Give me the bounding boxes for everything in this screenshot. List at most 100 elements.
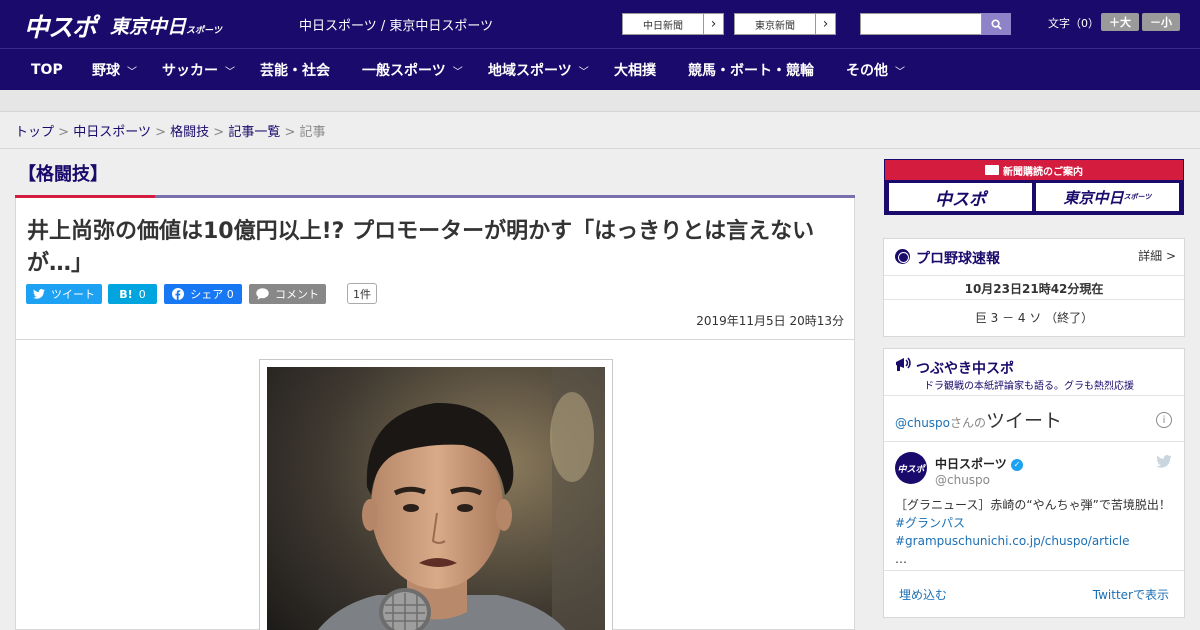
breadcrumb-separator: > bbox=[284, 125, 296, 140]
twitter-bird-icon bbox=[33, 289, 45, 299]
facebook-label: シェア 0 bbox=[190, 288, 234, 301]
twitter-timeline-header: @chuspoさんのツイート bbox=[895, 406, 1062, 433]
baseball-icon bbox=[895, 249, 910, 264]
nav-soccer[interactable]: サッカー ﹀ bbox=[162, 49, 235, 91]
avatar[interactable]: 中スポ bbox=[895, 452, 927, 484]
tsubuyaki-widget: つぶやき中スポ ドラ観戦の本紙評論家も語る。グラも熱烈応援 @chuspoさんの… bbox=[883, 348, 1185, 618]
nav-label: 地域スポーツ bbox=[488, 63, 572, 79]
tweet-text: ［グラニュース］赤崎の“やんちゃ弾”で苦境脱出！ bbox=[895, 498, 1171, 512]
facebook-share-button[interactable]: シェア 0 bbox=[164, 284, 242, 304]
divider bbox=[884, 441, 1184, 442]
article-header: 井上尚弥の価値は10億円以上!? プロモーターが明かす「はっきりとは言えないが…… bbox=[15, 198, 855, 340]
tsubuyaki-subtitle: ドラ観戦の本紙評論家も語る。グラも熱烈応援 bbox=[924, 381, 1134, 392]
subscription-banner[interactable]: 新聞購読のご案内 中スポ 東京中日 スポーツ bbox=[884, 159, 1184, 215]
tweet-account-handle[interactable]: @chuspo bbox=[935, 473, 990, 487]
divider bbox=[884, 395, 1184, 396]
hatena-bookmark-button[interactable]: B! 0 bbox=[108, 284, 157, 304]
comment-label: コメント bbox=[275, 288, 319, 301]
megaphone-icon bbox=[896, 357, 911, 371]
chevron-down-icon: ﹀ bbox=[452, 66, 463, 78]
chevron-down-icon: ﹀ bbox=[578, 66, 589, 78]
hatena-icon: B! bbox=[119, 287, 133, 301]
nav-local-sports[interactable]: 地域スポーツ ﹀ bbox=[488, 49, 589, 91]
chuspo-logo[interactable]: 中スポ bbox=[24, 8, 97, 44]
nav-top[interactable]: TOP bbox=[31, 49, 63, 91]
nav-label: その他 bbox=[846, 63, 888, 79]
view-on-twitter-link[interactable]: Twitterで表示 bbox=[1093, 586, 1169, 603]
breadcrumb: トップ > 中日スポーツ > 格闘技 > 記事一覧 > 記事 bbox=[15, 121, 326, 140]
article-photo-area bbox=[15, 340, 855, 630]
search-button[interactable] bbox=[982, 13, 1011, 35]
tweet-links[interactable]: #グランパス #grampuschunichi.co.jp/chuspo/art… bbox=[895, 516, 1129, 548]
article-date: 2019年11月5日 20時13分 bbox=[696, 314, 844, 328]
tweet-ellipsis: … bbox=[895, 552, 907, 566]
breadcrumb-article-list[interactable]: 記事一覧 bbox=[228, 125, 280, 140]
tokyo-logo-small: スポーツ bbox=[186, 26, 222, 36]
tweet-label: ツイート bbox=[51, 288, 95, 301]
newspaper-icon bbox=[985, 165, 999, 175]
site-names: 中日スポーツ / 東京中日スポーツ bbox=[299, 19, 494, 34]
tsubuyaki-title: つぶやき中スポ bbox=[916, 361, 1014, 377]
divider bbox=[884, 570, 1184, 571]
font-size-label: 文字（0） bbox=[1048, 17, 1099, 30]
tweet-account-name[interactable]: 中日スポーツ ✓ bbox=[935, 455, 1023, 472]
nav-other[interactable]: その他 ﹀ bbox=[846, 49, 905, 91]
nav-entertainment[interactable]: 芸能・社会 bbox=[260, 49, 330, 91]
nav-sumo[interactable]: 大相撲 bbox=[614, 49, 656, 91]
search-icon bbox=[991, 18, 1002, 30]
nav-label: 野球 bbox=[92, 63, 120, 79]
game-score[interactable]: 巨 3 － 4 ソ （終了） bbox=[884, 309, 1184, 326]
sub-nav-band bbox=[0, 90, 1200, 112]
main-nav: TOP 野球 ﹀ サッカー ﹀ 芸能・社会 一般スポーツ ﹀ 地域スポーツ ﹀ 大相撲 … bbox=[0, 48, 1200, 90]
nav-racing[interactable]: 競馬・ボート・競輪 bbox=[688, 49, 814, 91]
embed-link[interactable]: 埋め込む bbox=[899, 586, 947, 603]
breadcrumb-top[interactable]: トップ bbox=[15, 125, 54, 140]
chunichi-shimbun-label: 中日新聞 bbox=[643, 20, 683, 32]
comment-count[interactable]: 1件 bbox=[347, 283, 377, 304]
twitter-handle-link[interactable]: @chuspo bbox=[895, 416, 950, 430]
nav-label: 芸能・社会 bbox=[260, 63, 330, 79]
font-smaller-button[interactable]: －小 bbox=[1142, 13, 1180, 31]
breadcrumb-chunichi-sports[interactable]: 中日スポーツ bbox=[73, 125, 151, 140]
nav-label: TOP bbox=[31, 62, 63, 78]
tokyo-shimbun-link[interactable]: 東京新聞 › bbox=[734, 13, 836, 35]
ad-logo-chuspo[interactable]: 中スポ bbox=[889, 183, 1032, 211]
chunichi-shimbun-link[interactable]: 中日新聞 › bbox=[622, 13, 724, 35]
chevron-down-icon: ﹀ bbox=[895, 66, 905, 78]
divider bbox=[884, 299, 1184, 300]
timeline-header-suffix: さんの bbox=[950, 416, 987, 430]
ad-logo-tokyo-chunichi[interactable]: 東京中日 スポーツ bbox=[1036, 183, 1179, 211]
divider bbox=[0, 148, 1200, 149]
nav-label: 競馬・ボート・競輪 bbox=[688, 63, 814, 79]
nav-general-sports[interactable]: 一般スポーツ ﹀ bbox=[362, 49, 463, 91]
article-title: 井上尚弥の価値は10億円以上!? プロモーターが明かす「はっきりとは言えないが…… bbox=[27, 219, 815, 276]
twitter-bird-icon[interactable] bbox=[1156, 455, 1172, 468]
baseball-scores-widget: プロ野球速報 詳細 > 10月23日21時42分現在 巨 3 － 4 ソ （終了… bbox=[883, 238, 1185, 337]
tokyo-shimbun-label: 東京新聞 bbox=[755, 20, 795, 32]
article-photo[interactable] bbox=[267, 367, 605, 630]
breadcrumb-martial-arts[interactable]: 格闘技 bbox=[170, 125, 209, 140]
tweet-button[interactable]: ツイート bbox=[26, 284, 102, 304]
comment-button[interactable]: コメント bbox=[249, 284, 326, 304]
ad-logo-tokyo-small: スポーツ bbox=[1123, 193, 1152, 201]
chevron-down-icon: ﹀ bbox=[127, 66, 137, 78]
subscription-title-text: 新聞購読のご案内 bbox=[1003, 166, 1083, 178]
article-category: 【格闘技】 bbox=[18, 164, 108, 185]
tokyo-chunichi-logo[interactable]: 東京中日スポーツ bbox=[110, 12, 222, 39]
chevron-down-icon: ﹀ bbox=[225, 66, 235, 78]
baseball-widget-title: プロ野球速報 bbox=[916, 251, 1000, 267]
font-larger-button[interactable]: ＋大 bbox=[1101, 13, 1139, 31]
breadcrumb-separator: > bbox=[58, 125, 70, 140]
photo-frame bbox=[259, 359, 613, 630]
breadcrumb-separator: > bbox=[155, 125, 166, 140]
nav-baseball[interactable]: 野球 ﹀ bbox=[92, 49, 137, 91]
search-input[interactable] bbox=[860, 13, 982, 35]
breadcrumb-current: 記事 bbox=[299, 125, 326, 140]
baseball-detail-link[interactable]: 詳細 > bbox=[1138, 247, 1176, 264]
subscription-banner-title: 新聞購読のご案内 bbox=[885, 160, 1183, 180]
divider bbox=[884, 275, 1184, 276]
breadcrumb-separator: > bbox=[213, 125, 225, 140]
hatena-count: 0 bbox=[138, 287, 146, 301]
info-icon[interactable]: i bbox=[1156, 412, 1172, 428]
score-updated-time: 10月23日21時42分現在 bbox=[964, 282, 1104, 296]
